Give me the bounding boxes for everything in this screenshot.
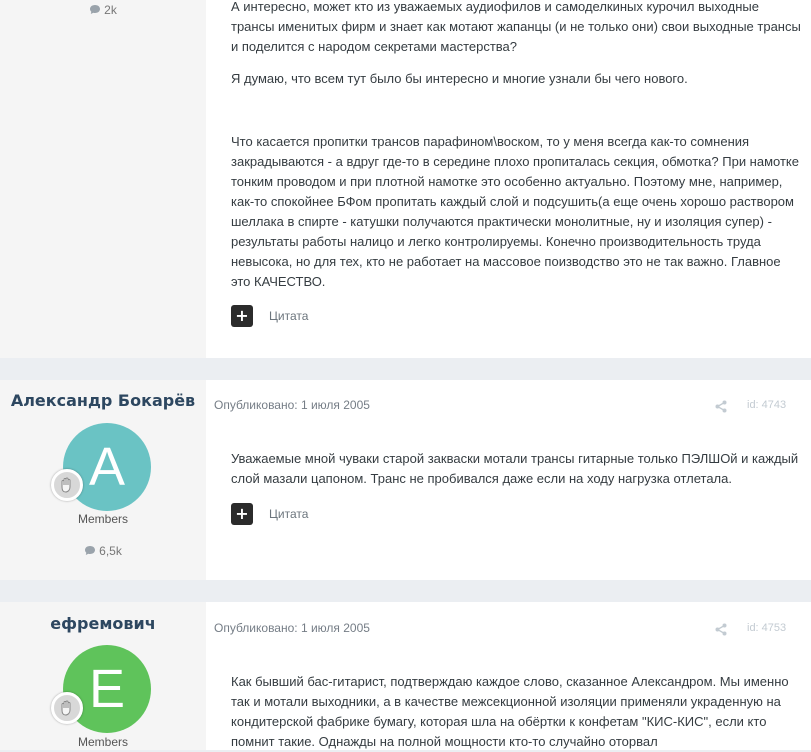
author-post-count-value: 2k	[104, 3, 117, 17]
post-1: 2k А интересно, может кто из уважаемых а…	[0, 0, 811, 358]
author-name[interactable]: Александр Бокарёв	[0, 391, 206, 410]
hand-icon	[61, 477, 71, 493]
comments-icon	[90, 5, 101, 14]
share-icon	[715, 623, 727, 636]
post-paragraph: Я думаю, что всем тут было бы интересно …	[231, 71, 688, 86]
quote-button[interactable]: +	[231, 305, 253, 327]
post-paragraph: Уважаемые мной чуваки старой закваски мо…	[231, 451, 799, 486]
quote-link[interactable]: Цитата	[269, 309, 308, 323]
post-id[interactable]: id: 4753	[747, 622, 786, 634]
member-group: Members	[77, 735, 128, 749]
hand-icon	[61, 700, 71, 716]
post-paragraph: А интересно, может кто из уважаемых ауди…	[231, 0, 801, 54]
post-date[interactable]: Опубликовано: 1 июля 2005	[214, 621, 370, 635]
author-post-count-value: 6,5k	[99, 544, 122, 558]
quote-button[interactable]: +	[231, 503, 253, 525]
quote-link[interactable]: Цитата	[269, 507, 308, 521]
author-post-count: 2k	[0, 3, 206, 17]
share-icon	[715, 400, 727, 413]
author-name[interactable]: ефремович	[0, 614, 206, 633]
post-date[interactable]: Опубликовано: 1 июля 2005	[214, 398, 370, 412]
share-button[interactable]	[715, 398, 727, 417]
comments-icon	[85, 546, 96, 555]
author-column	[0, 0, 206, 358]
author-post-count: 6,5k	[0, 544, 206, 558]
rank-badge	[51, 469, 83, 501]
share-button[interactable]	[715, 621, 727, 640]
rank-badge	[51, 692, 83, 724]
post-paragraph: Что касается пропитки трансов парафином\…	[231, 134, 799, 289]
post-id[interactable]: id: 4743	[747, 399, 786, 411]
member-group: Members	[77, 512, 128, 526]
post-paragraph: Как бывший бас-гитарист, подтверждаю каж…	[231, 674, 789, 749]
